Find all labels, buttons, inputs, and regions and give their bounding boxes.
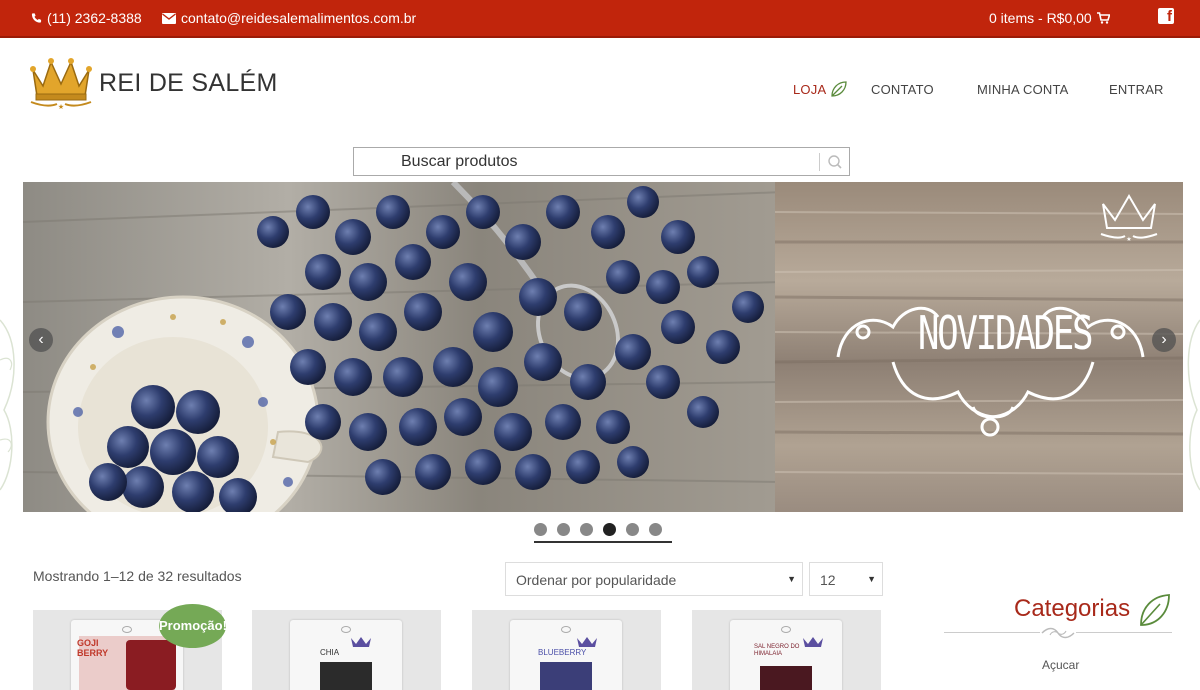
cart-total: 0 items - R$0,00 — [989, 10, 1092, 26]
product-card[interactable]: CHIA — [252, 610, 441, 690]
slider-prev-button[interactable]: ‹ — [29, 328, 53, 352]
email-address: contato@reidesalemalimentos.com.br — [181, 10, 417, 26]
banner-headline: NOVIDADES — [917, 306, 1094, 360]
search-icon[interactable] — [824, 153, 846, 171]
hero-banner[interactable]: ★ NOVIDADES — [23, 182, 1183, 512]
floral-decoration-right — [1187, 319, 1200, 491]
nav-item-minha-conta[interactable]: MINHA CONTA — [977, 82, 1069, 97]
nav-item-entrar[interactable]: ENTRAR — [1109, 82, 1164, 97]
caret-down-icon: ▼ — [787, 574, 796, 584]
sidebar-category-item[interactable]: Açucar — [1042, 658, 1079, 672]
package-hole — [341, 626, 351, 633]
product-label: CHIA — [320, 648, 340, 657]
slider-dot[interactable] — [557, 523, 570, 536]
product-label: SAL NEGRO DO HIMALAIA — [754, 644, 800, 657]
divider-ornament-icon — [1040, 626, 1076, 640]
crown-icon — [577, 637, 597, 647]
product-card[interactable]: SAL NEGRO DO HIMALAIA — [692, 610, 881, 690]
cart-icon — [1096, 12, 1110, 24]
facebook-icon[interactable]: f — [1158, 8, 1174, 25]
slider-dots-underline — [534, 541, 672, 543]
cart-summary[interactable]: 0 items - R$0,00 — [989, 10, 1110, 26]
slider-dots — [534, 523, 662, 536]
product-card[interactable]: BLUEBERRY — [472, 610, 661, 690]
slider-dot[interactable] — [534, 523, 547, 536]
logo-text: REI DE SALÉM — [99, 68, 278, 97]
slider-next-button[interactable]: › — [1152, 328, 1176, 352]
email-contact[interactable]: contato@reidesalemalimentos.com.br — [162, 10, 416, 26]
slider-dot[interactable] — [649, 523, 662, 536]
sale-badge: Promoção! — [159, 604, 227, 648]
product-label: GOJI BERRY — [77, 638, 109, 658]
package-hole — [781, 626, 791, 633]
slider-dot[interactable] — [626, 523, 639, 536]
search-input[interactable] — [401, 151, 801, 173]
search-divider — [819, 153, 820, 171]
site-logo[interactable]: ★ REI DE SALÉM — [27, 56, 278, 110]
slider-dot[interactable] — [580, 523, 593, 536]
per-page-value: 12 — [820, 572, 836, 588]
svg-text:★: ★ — [58, 103, 64, 110]
phone-number: (11) 2362-8388 — [47, 10, 142, 26]
nav-item-loja[interactable]: LOJA — [793, 82, 826, 97]
crown-icon: ★ — [30, 58, 92, 110]
envelope-icon — [162, 12, 176, 24]
per-page-select[interactable]: 12 ▼ — [809, 562, 883, 596]
nav-item-contato[interactable]: CONTATO — [871, 82, 934, 97]
package-hole — [122, 626, 132, 633]
crown-icon — [803, 637, 823, 647]
phone-icon — [31, 13, 42, 23]
leaf-icon — [1140, 594, 1170, 626]
package-hole — [561, 626, 571, 633]
sidebar-title: Categorias — [1014, 595, 1131, 622]
product-label: BLUEBERRY — [538, 648, 587, 657]
svg-text:★: ★ — [1126, 236, 1131, 243]
phone-contact[interactable]: (11) 2362-8388 — [31, 10, 142, 26]
sort-select[interactable]: Ordenar por popularidade ▼ — [505, 562, 803, 596]
result-count: Mostrando 1–12 de 32 resultados — [33, 568, 242, 584]
search-box — [353, 147, 850, 176]
leaf-icon — [831, 81, 847, 97]
sort-select-value: Ordenar por popularidade — [516, 572, 677, 588]
top-bar: (11) 2362-8388 contato@reidesalemaliment… — [0, 0, 1200, 38]
caret-down-icon: ▼ — [867, 574, 876, 584]
slider-dot-active[interactable] — [603, 523, 616, 536]
crown-icon — [351, 637, 371, 647]
